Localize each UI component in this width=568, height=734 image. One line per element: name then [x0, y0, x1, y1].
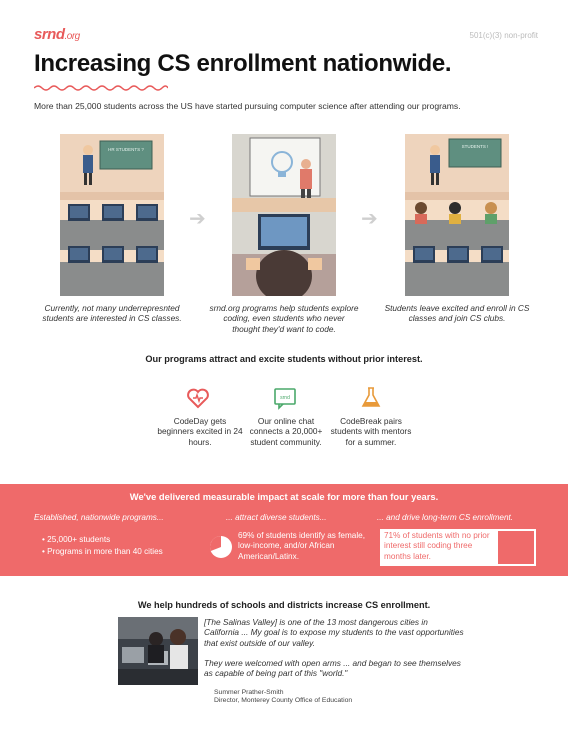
logo-main: srnd — [34, 26, 65, 43]
program-chat-text: Our online chat connects a 20,000+ stude… — [249, 416, 323, 447]
impact-bullet: • Programs in more than 40 cities — [42, 547, 163, 556]
impact-bullet: • 25,000+ students — [42, 535, 111, 544]
arrow-right-icon: ➔ — [361, 208, 378, 230]
logo-suffix: .org — [64, 31, 81, 42]
panel-caption-1: Currently, not many underrepresnted stud… — [42, 303, 182, 324]
impact-bullet-text: 25,000+ students — [47, 535, 111, 544]
attribution-role: Director, Monterey County Office of Educ… — [214, 697, 353, 704]
illustration-excited-classroom: STUDENTS ! — [405, 134, 509, 296]
board-text: STUDENTS ! — [462, 144, 489, 149]
students-classroom-photo — [118, 617, 198, 685]
impact-bullet-text: Programs in more than 40 cities — [47, 547, 163, 556]
heart-icon — [187, 388, 209, 409]
impact-col3-text: 71% of students with no prior interest s… — [384, 531, 490, 561]
flask-icon — [361, 387, 381, 407]
attribution-name: Summer Prather-Smith — [214, 689, 284, 696]
board-text: HR STUDENTS ? — [108, 147, 144, 152]
page-subtitle: More than 25,000 students across the US … — [34, 101, 461, 111]
impact-heading: We've delivered measurable impact at sca… — [129, 491, 439, 502]
arrow-right-icon: ➔ — [189, 208, 206, 230]
page-title: Increasing CS enrollment nationwide. — [34, 50, 452, 77]
enrollment-fill-bar — [498, 531, 534, 564]
illustration-students-coding — [232, 134, 336, 296]
testimonial-heading: We help hundreds of schools and district… — [137, 600, 431, 610]
chat-icon-label: srnd — [280, 395, 290, 401]
nonprofit-tag: 501(c)(3) non-profit — [469, 31, 538, 40]
program-codeday-text: CodeDay gets beginners excited in 24 hou… — [157, 416, 243, 447]
panel-caption-2: srnd.org programs help students explore … — [209, 303, 359, 334]
testimonial-quote: [The Salinas Valley] is one of the 13 mo… — [204, 617, 464, 679]
quote-paragraph-2: They were welcomed with open arms ... an… — [204, 658, 461, 679]
impact-col3-title: ... and drive long-term CS enrollment. — [377, 513, 514, 522]
program-codebreak-text: CodeBreak pairs students with mentors fo… — [330, 416, 412, 447]
panel-caption-3: Students leave excited and enroll in CS … — [384, 303, 530, 324]
programs-heading: Our programs attract and excite students… — [145, 354, 423, 364]
squiggle-divider — [34, 85, 168, 91]
diversity-pie-chart — [209, 536, 232, 558]
quote-paragraph-1: [The Salinas Valley] is one of the 13 mo… — [204, 617, 464, 648]
illustration-empty-classroom: HR STUDENTS ? — [60, 134, 164, 296]
impact-col2-title: ... attract diverse students... — [226, 513, 327, 522]
chat-icon: srnd — [274, 388, 296, 410]
impact-col1-title: Established, nationwide programs... — [34, 513, 164, 522]
srnd-logo: srnd.org — [34, 26, 80, 43]
impact-col2-text: 69% of students identify as female, low-… — [238, 531, 365, 561]
